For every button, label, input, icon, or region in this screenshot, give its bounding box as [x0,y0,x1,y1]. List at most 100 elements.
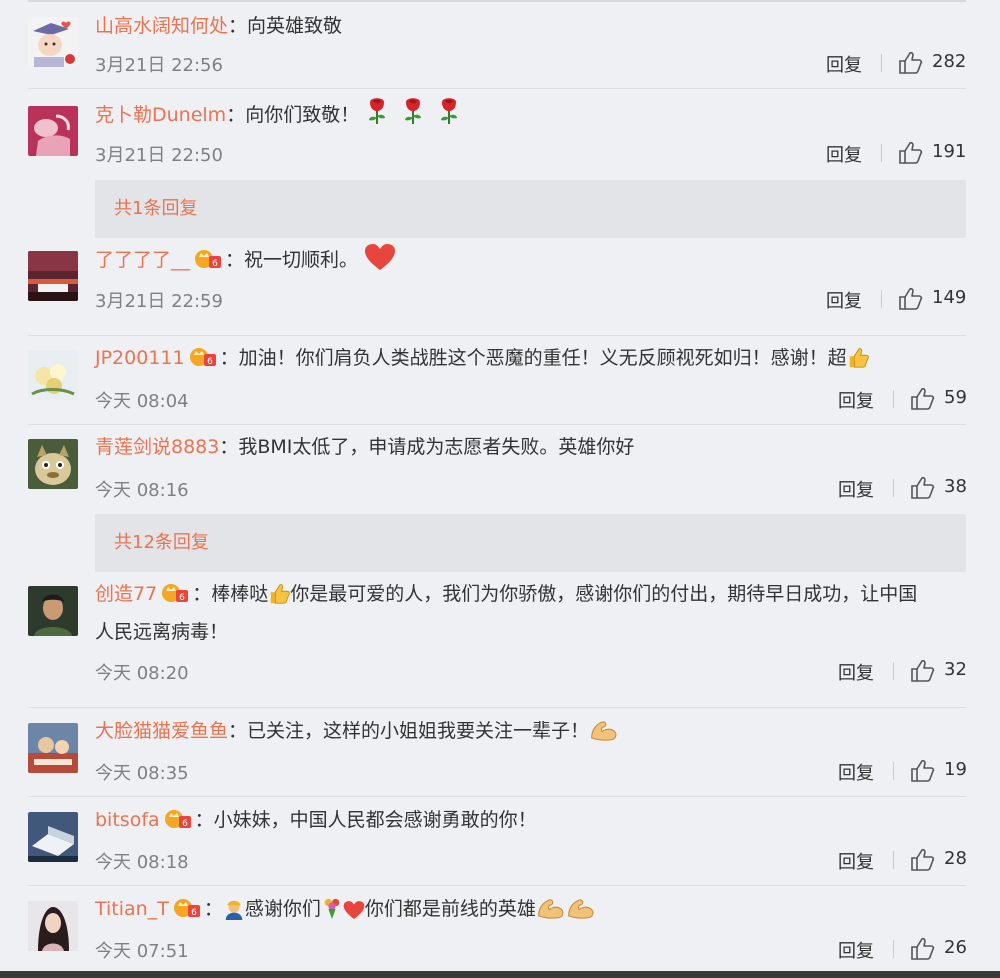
colon: ： [228,15,248,37]
muscle-icon [589,716,619,742]
divider [893,940,894,958]
username-link[interactable]: 青莲剑说8883 [95,436,219,458]
timestamp: 3月21日 22:50 [95,145,223,166]
comment-text: 棒棒哒 [211,583,269,605]
worker-icon [223,898,245,920]
rose-icon [401,96,425,126]
thumbs-up-icon[interactable] [910,937,936,961]
avatar[interactable] [28,901,78,951]
comment-content: 青莲剑说8883：我BMI太低了，申请成为志愿者失败。英雄你好 [95,428,964,466]
comment-list: 山高水阔知何处：向英雄致敬 3月21日 22:56 回复 282 克卜勒Dune… [0,0,1000,970]
colon: ： [225,249,245,271]
username-link[interactable]: 大脸猫猫爱鱼鱼 [95,720,228,742]
reply-button[interactable]: 回复 [826,141,862,167]
colon: ： [219,347,239,369]
vip-badge-icon [172,897,202,919]
timestamp: 今天 08:20 [95,663,189,684]
thumbs-up-icon[interactable] [910,659,936,683]
avatar[interactable] [28,251,78,301]
colon: ： [192,583,212,605]
avatar[interactable] [28,439,78,489]
thumbs-up-icon[interactable] [898,141,924,165]
timestamp: 今天 08:35 [95,763,189,784]
avatar[interactable] [28,586,78,636]
avatar[interactable] [28,350,78,400]
username-link[interactable]: 克卜勒Dunelm [95,104,226,126]
avatar[interactable] [28,723,78,773]
avatar[interactable] [28,17,78,67]
thumbs-up-icon[interactable] [910,848,936,872]
comment-content: JP200111 ：加油！你们肩负人类战胜这个恶魔的重任！义无反顾视死如归！感谢！… [95,339,964,377]
like-count: 38 [944,476,967,497]
like-count: 149 [932,287,967,308]
heart-icon [343,900,365,920]
comment-item: 大脸猫猫爱鱼鱼：已关注，这样的小姐姐我要关注一辈子！ 今天 08:35 回复 1… [0,708,1000,797]
colon: ： [203,898,223,920]
colon: ： [228,720,248,742]
username-link[interactable]: JP200111 [95,347,185,369]
comment-text: 人民远离病毒！ [95,621,229,643]
timestamp: 今天 08:16 [95,480,189,501]
comment-content: 克卜勒Dunelm：向你们致敬！ [95,96,964,134]
reply-button[interactable]: 回复 [838,659,874,685]
colon: ： [219,436,239,458]
divider [893,662,894,680]
like-count: 282 [932,51,967,72]
avatar[interactable] [28,812,78,862]
thumbs-up-icon[interactable] [898,51,924,75]
vip-badge-icon [188,346,218,368]
timestamp: 今天 07:51 [95,941,189,962]
bouquet-icon [321,896,343,920]
comment-content: 创造77 ：棒棒哒 你是最可爱的人，我们为你骄傲，感谢你们的付出，期待早日成功，让中… [95,575,964,651]
colon: ： [194,809,214,831]
comment-text: 向英雄致敬 [247,15,343,37]
comment-text: 我BMI太低了，申请成为志愿者失败。英雄你好 [238,436,635,458]
muscle-icon [536,894,566,920]
thumbs-up-emoji-icon [268,583,290,605]
comment-item: 青莲剑说8883：我BMI太低了，申请成为志愿者失败。英雄你好 今天 08:16… [0,425,1000,514]
comment-text: 小妹妹，中国人民都会感谢勇敢的你！ [213,809,537,831]
username-link[interactable]: 了了了了__ [95,249,190,271]
comment-content: Titian_T ： 感谢你们 你们都是前线的英雄 [95,890,964,928]
timestamp: 今天 08:18 [95,852,189,873]
divider [881,54,882,72]
divider [881,144,882,162]
thumbs-up-icon[interactable] [910,387,936,411]
divider [893,851,894,869]
comment-item: 创造77 ：棒棒哒 你是最可爱的人，我们为你骄傲，感谢你们的付出，期待早日成功，让中… [0,581,1000,708]
username-link[interactable]: bitsofa [95,809,160,831]
like-count: 59 [944,387,967,408]
username-link[interactable]: Titian_T [95,898,169,920]
comment-text: 已关注，这样的小姐姐我要关注一辈子！ [247,720,590,742]
comment-text: 你是最可爱的人，我们为你骄傲，感谢你们的付出，期待早日成功，让中国 [290,583,918,605]
reply-button[interactable]: 回复 [826,287,862,313]
comment-content: 大脸猫猫爱鱼鱼：已关注，这样的小姐姐我要关注一辈子！ [95,712,964,750]
vip-badge-icon [163,808,193,830]
divider [893,479,894,497]
like-count: 19 [944,759,967,780]
reply-thread: 共12条回复 [0,514,1000,581]
timestamp: 3月21日 22:56 [95,55,223,76]
thumbs-up-icon[interactable] [910,759,936,783]
timestamp: 今天 08:04 [95,391,189,412]
thumbs-up-icon[interactable] [898,287,924,311]
muscle-icon [566,894,596,920]
reply-button[interactable]: 回复 [838,759,874,785]
comment-item: 山高水阔知何处：向英雄致敬 3月21日 22:56 回复 282 [0,0,1000,89]
thumbs-up-icon[interactable] [910,476,936,500]
divider [893,390,894,408]
reply-button[interactable]: 回复 [838,848,874,874]
comment-item: 克卜勒Dunelm：向你们致敬！ 3月21日 22:50 回复 191 [0,89,1000,180]
username-link[interactable]: 创造77 [95,583,157,605]
reply-button[interactable]: 回复 [838,937,874,963]
view-replies-link[interactable]: 共1条回复 [95,180,966,238]
username-link[interactable]: 山高水阔知何处 [95,15,228,37]
reply-button[interactable]: 回复 [838,476,874,502]
reply-button[interactable]: 回复 [838,387,874,413]
avatar[interactable] [28,106,78,156]
rose-icon [365,96,389,126]
comment-item: bitsofa ：小妹妹，中国人民都会感谢勇敢的你！ 今天 08:18 回复 28 [0,797,1000,886]
rose-icon [437,96,461,126]
reply-button[interactable]: 回复 [826,51,862,77]
view-replies-link[interactable]: 共12条回复 [95,514,966,572]
